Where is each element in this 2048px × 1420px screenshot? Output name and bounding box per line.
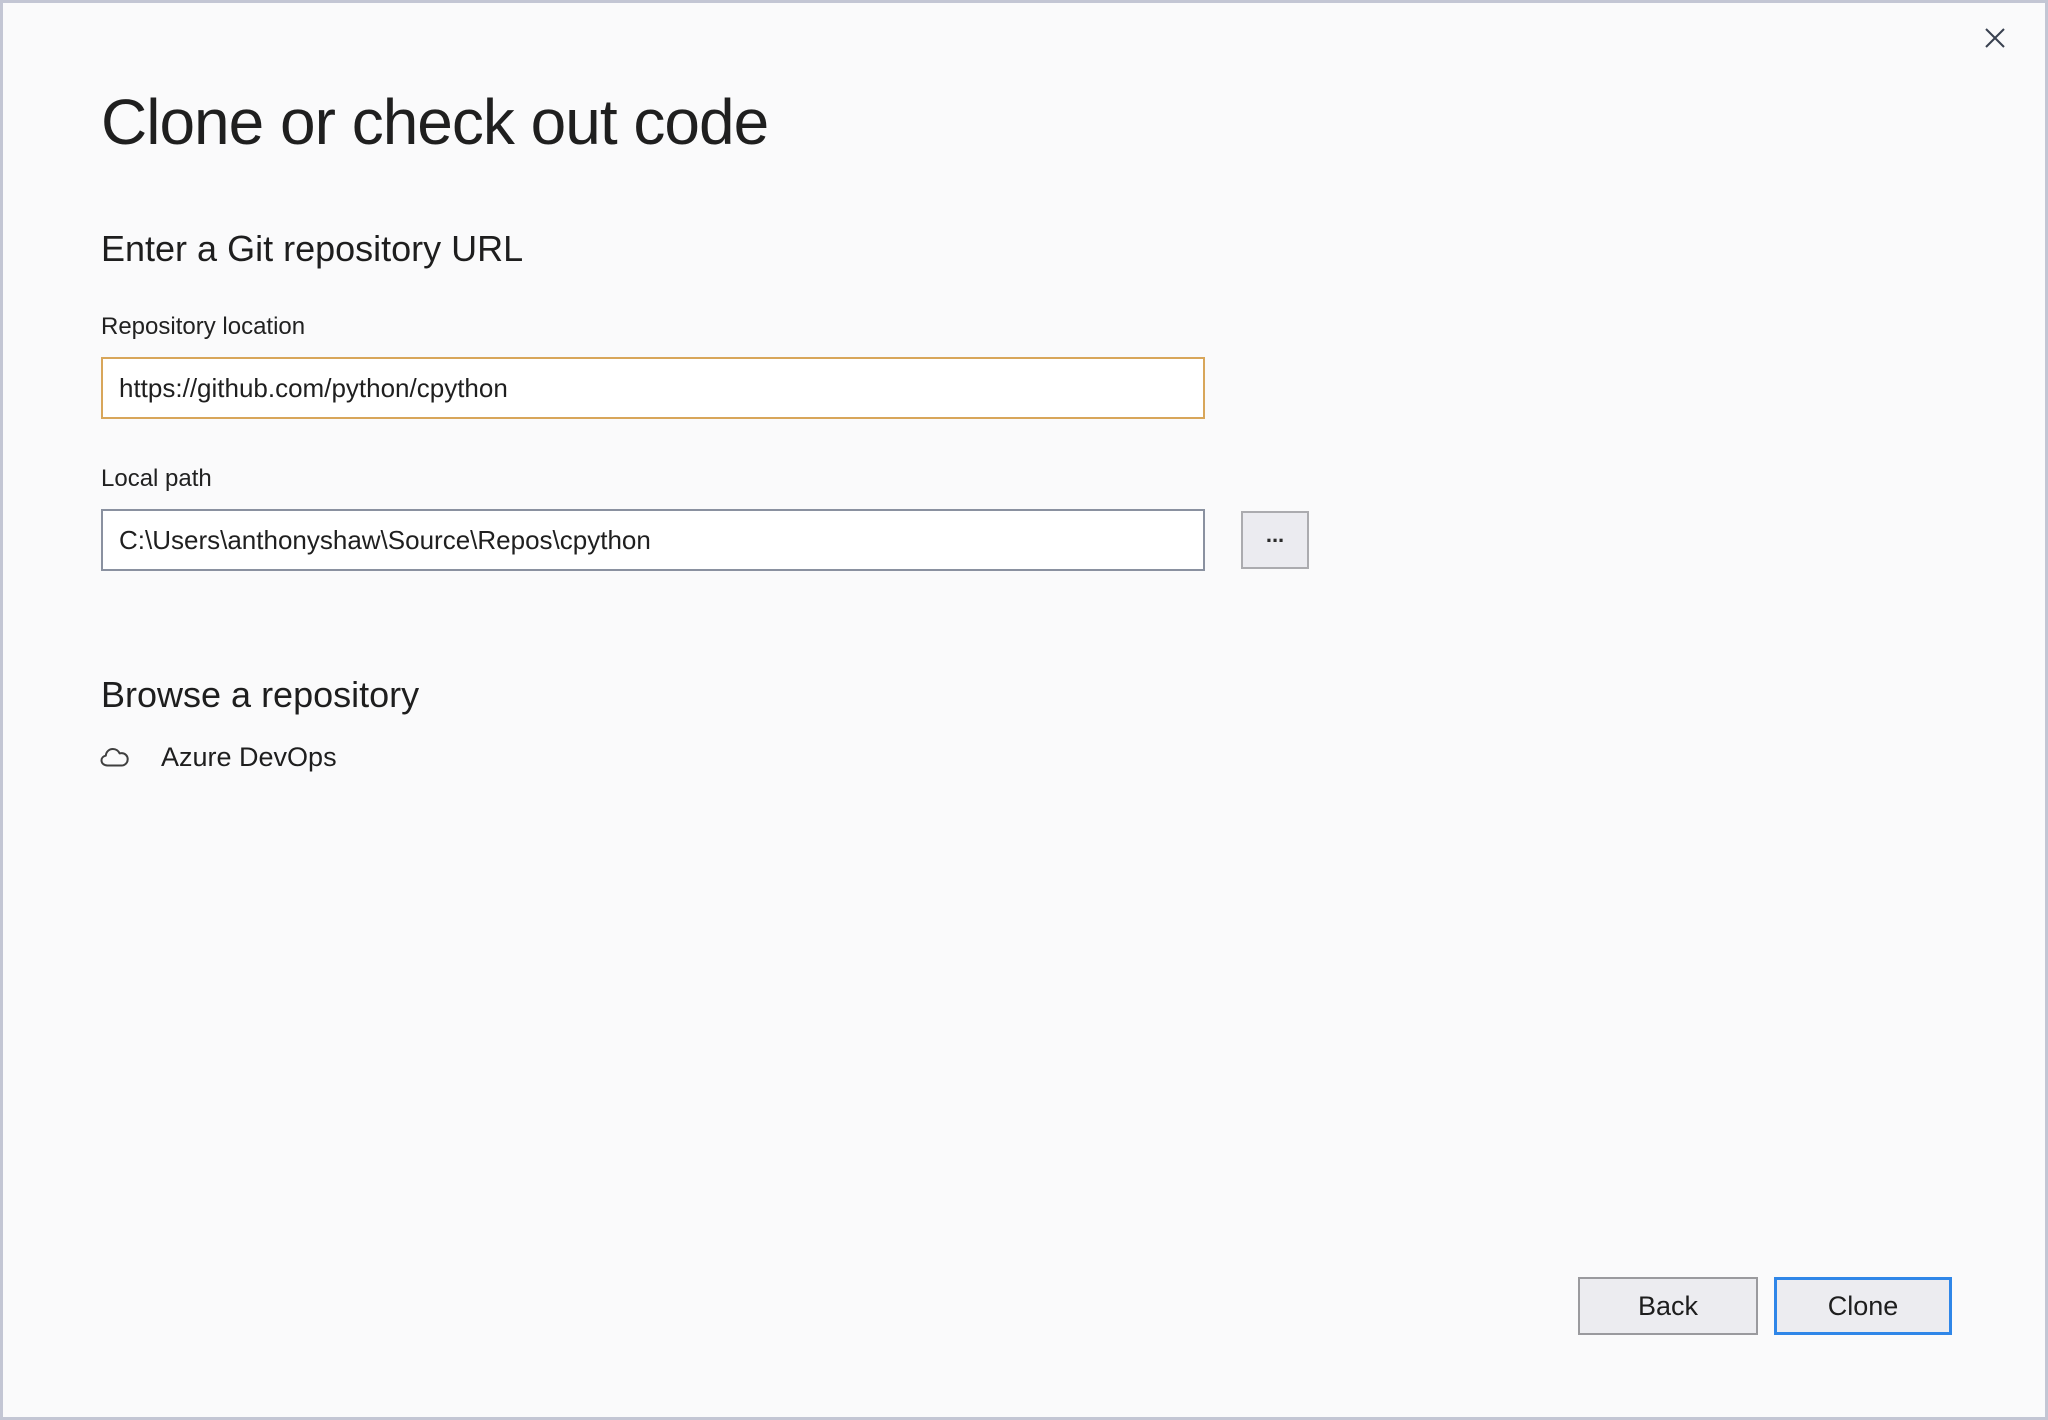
local-path-label: Local path (101, 465, 212, 494)
clone-dialog: Clone or check out code Enter a Git repo… (0, 0, 2048, 1420)
provider-azure-devops[interactable]: Azure DevOps (99, 735, 337, 779)
git-url-section-heading: Enter a Git repository URL (101, 229, 523, 269)
browse-local-path-button[interactable]: ... (1241, 511, 1309, 569)
local-path-input[interactable] (101, 509, 1205, 571)
cloud-icon (99, 744, 133, 770)
close-icon (1979, 22, 2011, 57)
provider-label: Azure DevOps (161, 742, 337, 773)
back-button[interactable]: Back (1578, 1277, 1758, 1335)
clone-button[interactable]: Clone (1774, 1277, 1952, 1335)
browse-section-heading: Browse a repository (101, 675, 419, 715)
repository-location-label: Repository location (101, 313, 305, 342)
repository-location-input[interactable] (101, 357, 1205, 419)
page-title: Clone or check out code (101, 87, 768, 157)
close-button[interactable] (1973, 17, 2017, 61)
